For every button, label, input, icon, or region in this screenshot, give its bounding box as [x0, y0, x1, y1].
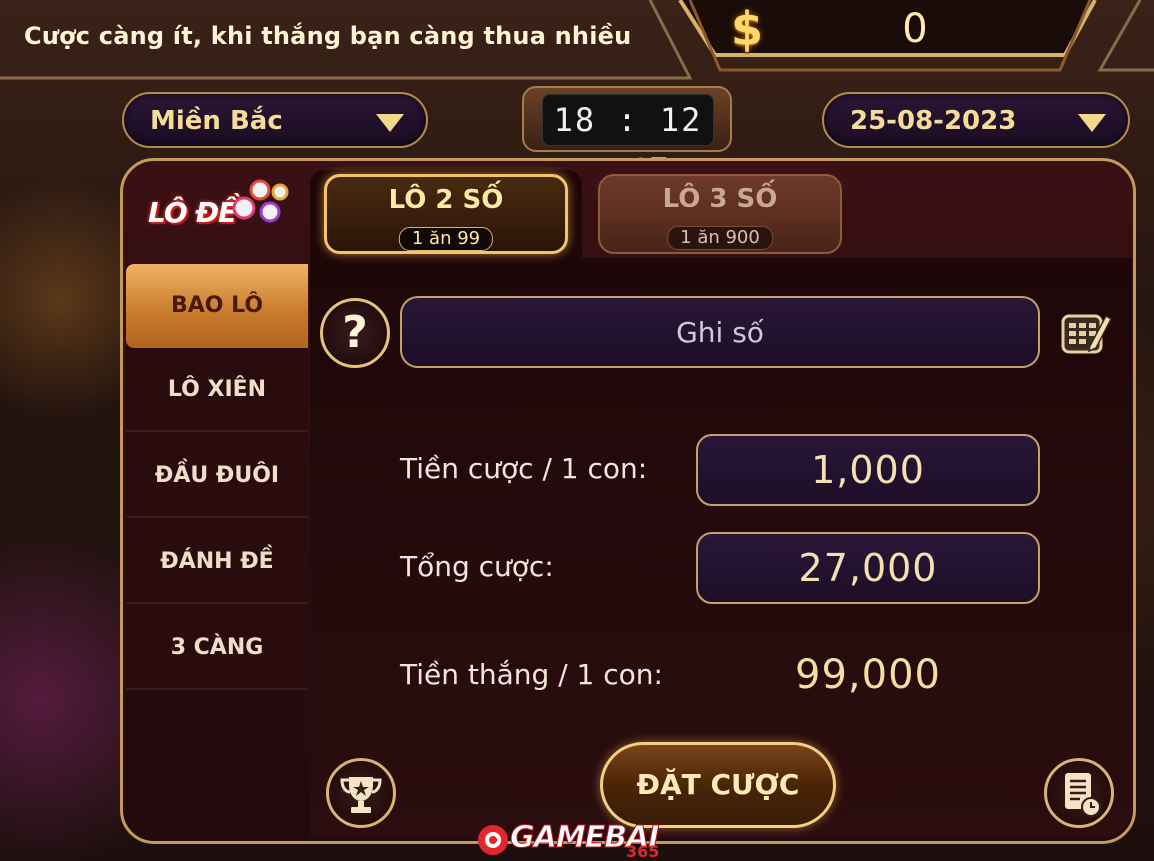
tab-title: LÔ 3 SỐ	[662, 184, 778, 214]
side-item-3-cang[interactable]: 3 CÀNG	[126, 606, 308, 690]
bet-per-label: Tiền cược / 1 con:	[400, 452, 648, 485]
win-per-label: Tiền thắng / 1 con:	[400, 658, 663, 691]
side-item-danh-de[interactable]: ĐÁNH ĐỀ	[126, 520, 308, 604]
history-icon	[1065, 773, 1101, 817]
poker-chip-icon	[478, 825, 508, 855]
countdown-clock: 18 : 12 : 47	[522, 86, 732, 189]
tab-odds: 1 ăn 99	[398, 227, 494, 251]
side-item-dau-duoi[interactable]: ĐẦU ĐUÔI	[126, 434, 308, 518]
side-menu: BAO LÔ LÔ XIÊN ĐẦU ĐUÔI ĐÁNH ĐỀ 3 CÀNG	[126, 264, 308, 692]
keypad-edit-icon[interactable]	[1060, 310, 1112, 356]
history-button[interactable]	[1044, 758, 1114, 828]
date-select[interactable]: 25-08-2023	[822, 92, 1130, 148]
place-bet-button[interactable]: ĐẶT CƯỢC	[600, 742, 836, 828]
logo-text: LÔ ĐỀ	[148, 196, 237, 229]
chevron-down-icon	[376, 114, 404, 132]
win-per-value: 99,000	[795, 652, 941, 698]
slogan-text: Cược càng ít, khi thắng bạn càng thua nh…	[24, 22, 632, 50]
tab-title: LÔ 2 SỐ	[388, 185, 504, 215]
tab-odds: 1 ăn 900	[667, 226, 773, 250]
side-item-lo-xien[interactable]: LÔ XIÊN	[126, 348, 308, 432]
help-button[interactable]: ?	[320, 298, 390, 368]
clock-time: 18 : 12 : 47	[542, 94, 714, 189]
watermark-number: 365	[626, 842, 660, 861]
tab-lo-3-so[interactable]: LÔ 3 SỐ 1 ăn 900	[598, 174, 842, 254]
gamebai-watermark: GAMEBAI 365	[476, 820, 686, 861]
total-bet-label: Tổng cược:	[400, 550, 554, 583]
lottery-balls-icon	[232, 179, 289, 223]
region-select[interactable]: Miền Bắc	[122, 92, 428, 148]
region-select-value: Miền Bắc	[150, 106, 283, 136]
trophy-button[interactable]	[326, 758, 396, 828]
bet-per-input[interactable]: 1,000	[696, 434, 1040, 506]
number-input[interactable]	[400, 296, 1040, 368]
dollar-icon: $	[730, 2, 763, 56]
trophy-icon	[340, 777, 382, 813]
balance-value: 0	[902, 6, 928, 52]
side-item-bao-lo[interactable]: BAO LÔ	[126, 264, 308, 348]
chevron-down-icon	[1078, 114, 1106, 132]
date-select-value: 25-08-2023	[850, 106, 1017, 136]
lode-logo: LÔ ĐỀ	[138, 178, 298, 244]
tab-lo-2-so[interactable]: LÔ 2 SỐ 1 ăn 99	[324, 174, 568, 254]
total-bet-value: 27,000	[696, 532, 1040, 604]
